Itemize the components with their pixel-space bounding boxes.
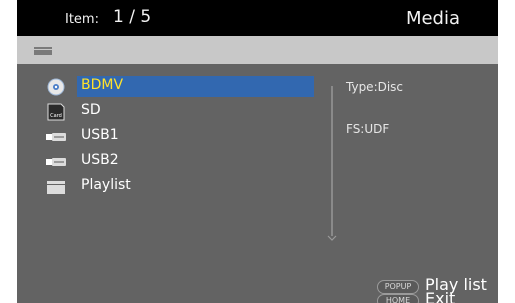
list-item-bdmv[interactable]: BDMV — [17, 76, 317, 98]
media-type-info: Type:Disc — [346, 80, 404, 94]
svg-text:Card: Card — [50, 113, 62, 119]
media-screen: Item: 1 / 5 Media BDMV Card SD USB1 USB2… — [17, 0, 498, 303]
item-counter: 1 / 5 — [113, 7, 152, 27]
list-item-sd[interactable]: Card SD — [17, 101, 317, 123]
home-key-label: Exit — [425, 289, 456, 303]
list-item-label: Playlist — [81, 177, 131, 193]
list-item-usb2[interactable]: USB2 — [17, 151, 317, 173]
page-title: Media — [405, 8, 460, 29]
list-item-label: USB2 — [81, 152, 119, 168]
list-item-label: SD — [81, 102, 101, 118]
folder-icon — [34, 47, 52, 55]
path-bar — [17, 36, 498, 64]
popup-key-badge: POPUP — [377, 280, 419, 294]
header-bar: Item: 1 / 5 Media — [17, 0, 498, 36]
sd-card-icon: Card — [47, 103, 65, 121]
usb-icon — [46, 133, 66, 141]
filesystem-info: FS:UDF — [346, 122, 390, 136]
usb-icon — [46, 158, 66, 166]
chevron-down-icon[interactable] — [326, 234, 338, 242]
disc-icon — [47, 78, 65, 96]
list-item-label: USB1 — [81, 127, 119, 143]
list-item-label: BDMV — [81, 77, 124, 93]
item-label: Item: — [65, 12, 99, 27]
list-item-playlist[interactable]: Playlist — [17, 176, 317, 198]
home-key-badge: HOME — [377, 294, 419, 303]
folder-icon — [47, 181, 65, 194]
list-item-usb1[interactable]: USB1 — [17, 126, 317, 148]
scrollbar[interactable] — [331, 86, 333, 236]
